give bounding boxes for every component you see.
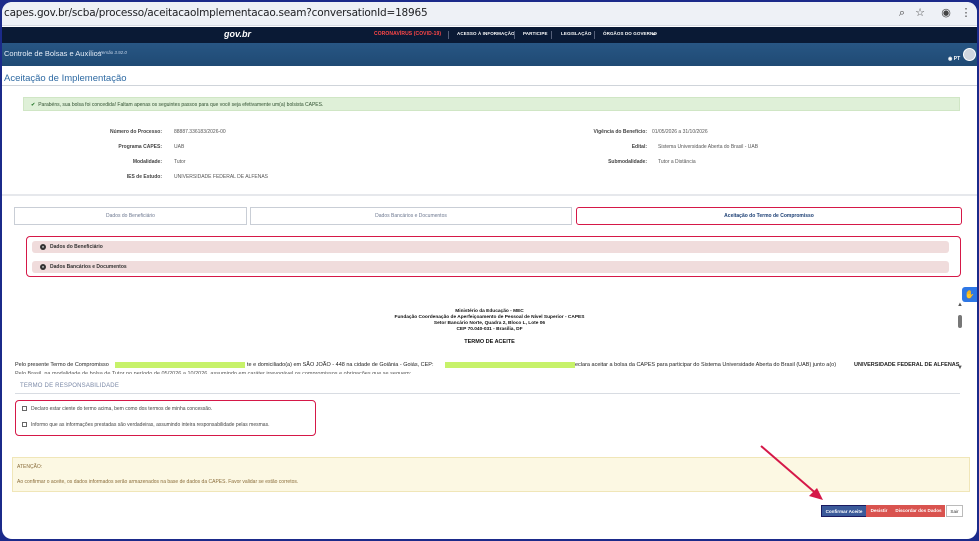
check-row-ciente[interactable]: Declaro estar ciente do termo acima, bem…	[22, 406, 212, 412]
scrollbar-thumb[interactable]	[958, 315, 962, 328]
numero-processo-label: Número do Processo:	[110, 129, 162, 135]
checkbox-label: Informo que as informações prestadas são…	[31, 422, 270, 428]
discordar-button[interactable]: Discordar dos Dados	[892, 505, 945, 517]
avatar[interactable]	[963, 48, 976, 61]
check-row-informacoes[interactable]: Informo que as informações prestadas são…	[22, 422, 269, 428]
tab-dados-bancarios[interactable]: Dados Bancários e Documentos	[250, 207, 572, 225]
success-message: Parabéns, sua bolsa foi concedida! Falta…	[38, 102, 324, 108]
check-icon: ✔	[31, 102, 36, 108]
doc-header-line: Ministério da Educação - MEC	[455, 309, 524, 314]
accordion-dados-beneficiario[interactable]: × Dados do Beneficiário	[32, 241, 949, 253]
numero-processo-value: 88887.336183/2026-00	[174, 129, 226, 135]
modalidade-label: Modalidade:	[132, 159, 162, 165]
term-text: eclara aceitar a bolsa da CAPES para par…	[575, 362, 837, 368]
scroll-down-icon[interactable]: ▼	[957, 365, 963, 371]
submodalidade-label: Submodalidade:	[608, 159, 647, 165]
programa-label: Programa CAPES:	[118, 144, 162, 150]
browser-window: capes.gov.br/scba/processo/aceitacaoImpl…	[2, 2, 977, 539]
accordion-dados-bancarios[interactable]: × Dados Bancários e Documentos	[32, 261, 949, 273]
ies-label: IES de Estudo:	[126, 174, 162, 180]
zoom-icon[interactable]: ⌕	[895, 6, 909, 20]
submodalidade-value: Tutor a Distância	[658, 159, 696, 165]
term-institution: UNIVERSIDADE FEDERAL DE ALFENAS	[854, 362, 960, 368]
accordion-label: Dados do Beneficiário	[50, 244, 103, 250]
system-header: Controle de Bolsas e Auxílios Versão 3.9…	[2, 43, 977, 66]
gov-link-legislacao[interactable]: LEGISLAÇÃO	[561, 31, 592, 36]
scrollbar[interactable]	[957, 302, 962, 374]
doc-header-line: Fundação Coordenação de Aperfeiçoamento …	[394, 315, 585, 320]
scroll-up-icon[interactable]: ▲	[957, 302, 963, 308]
gov-link-participe[interactable]: PARTICIPE	[523, 31, 548, 36]
checkbox-label: Declaro estar ciente do termo acima, bem…	[31, 406, 213, 412]
menu-dots-icon[interactable]: ⋮	[959, 6, 973, 20]
gov-link-orgaos[interactable]: ÓRGÃOS DO GOVERNO	[603, 31, 657, 36]
edital-value: Sistema Universidade Aberta do Brasil - …	[658, 144, 759, 150]
gov-separator	[448, 31, 449, 39]
vigencia-label: Vigência do Benefício:	[593, 129, 647, 135]
term-title: TERMO DE ACEITE	[464, 339, 515, 345]
divider	[15, 393, 960, 394]
doc-header-line: CEP 70.040-031 - Brasília, DF	[456, 327, 523, 332]
term-text-cut: Pelo Brasil, na modalidade de bolsa de T…	[15, 371, 412, 374]
accessibility-icon[interactable]: ✋	[962, 287, 977, 302]
checkbox-ciente[interactable]	[22, 406, 27, 412]
term-text: Pelo presente Termo de Compromisso	[15, 362, 109, 368]
responsibility-title: TERMO DE RESPONSABILIDADE	[20, 383, 120, 389]
arrow-annotation-icon	[760, 445, 823, 500]
profile-icon[interactable]: ◉	[939, 6, 953, 20]
attention-text: Ao confirmar o aceite, os dados informad…	[17, 479, 299, 485]
url-field[interactable]: capes.gov.br/scba/processo/aceitacaoImpl…	[4, 7, 428, 19]
gov-bar: gov.br CORONAVÍRUS (COVID-19) ACESSO À I…	[2, 27, 977, 43]
system-version: Versão 3.92.0	[99, 50, 127, 55]
accordion-label: Dados Bancários e Documentos	[50, 264, 127, 270]
language-label: PT	[953, 56, 961, 62]
star-icon[interactable]: ☆	[913, 6, 927, 20]
edital-label: Edital:	[631, 144, 647, 150]
redacted-highlight	[115, 362, 245, 368]
desistir-button[interactable]: Desistir	[866, 505, 892, 517]
gov-link-acesso[interactable]: ACESSO À INFORMAÇÃO	[457, 31, 515, 36]
browser-address-bar: capes.gov.br/scba/processo/aceitacaoImpl…	[2, 2, 977, 26]
redacted-highlight	[445, 362, 575, 368]
gov-logo[interactable]: gov.br	[224, 29, 251, 39]
checkbox-informacoes[interactable]	[22, 422, 27, 428]
language-selector[interactable]: ◉ PT	[948, 56, 960, 62]
gov-separator	[514, 31, 515, 39]
modalidade-value: Tutor	[174, 159, 186, 165]
term-text: te e domiciliado(a) em SÃO JOÃO - 448 na…	[247, 362, 434, 368]
chevron-down-icon[interactable]: ⌄	[651, 29, 657, 37]
confirm-button[interactable]: Confirmar Aceite	[821, 505, 867, 517]
vigencia-value: 01/05/2026 a 31/10/2026	[652, 129, 708, 135]
ies-value: UNIVERSIDADE FEDERAL DE ALFENAS	[174, 174, 269, 180]
collapse-icon: ×	[40, 243, 46, 250]
success-alert: ✔ Parabéns, sua bolsa foi concedida! Falt…	[23, 97, 960, 111]
tab-dados-beneficiario[interactable]: Dados do Beneficiário	[14, 207, 247, 225]
gov-link-covid[interactable]: CORONAVÍRUS (COVID-19)	[374, 31, 441, 37]
sair-button[interactable]: Sair	[946, 505, 963, 517]
system-title[interactable]: Controle de Bolsas e Auxílios	[4, 49, 102, 58]
gov-separator	[594, 31, 595, 39]
page-title: Aceitação de Implementação	[4, 73, 127, 84]
programa-value: UAB	[174, 144, 185, 150]
collapse-icon: ×	[40, 263, 46, 270]
divider	[2, 85, 977, 86]
doc-header-line: Setor Bancário Norte, Quadra 2, Bloco L,…	[433, 321, 546, 326]
tab-aceitacao-termo[interactable]: Aceitação do Termo de Compromisso	[576, 207, 962, 225]
attention-title: ATENÇÃO:	[17, 464, 43, 470]
gov-separator	[551, 31, 552, 39]
section-divider	[2, 194, 977, 196]
